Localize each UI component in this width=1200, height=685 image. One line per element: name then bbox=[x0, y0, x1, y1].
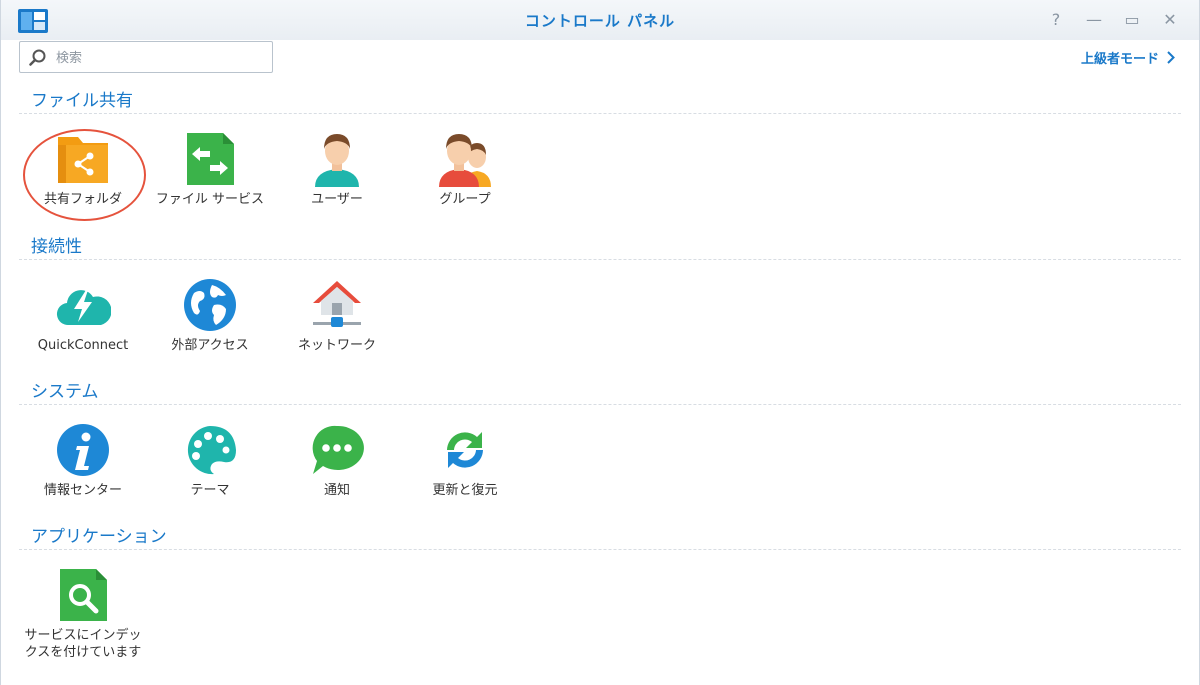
network-icon bbox=[313, 281, 361, 327]
item-shared-folder[interactable]: 共有フォルダ bbox=[19, 131, 147, 208]
indexing-service-icon bbox=[60, 569, 107, 621]
item-file-services[interactable]: ファイル サービス bbox=[146, 131, 274, 208]
minimize-button[interactable]: — bbox=[1084, 10, 1104, 30]
section-title-connectivity: 接続性 bbox=[31, 237, 82, 257]
maximize-button[interactable]: ▭ bbox=[1122, 10, 1142, 30]
item-label: 外部アクセス bbox=[171, 338, 249, 353]
item-external-access[interactable]: 外部アクセス bbox=[146, 277, 274, 354]
item-label: ファイル サービス bbox=[155, 192, 265, 207]
quickconnect-icon bbox=[56, 290, 111, 326]
file-services-icon bbox=[187, 133, 234, 185]
advanced-mode-link[interactable]: 上級者モード bbox=[1081, 48, 1175, 67]
item-label: 情報センター bbox=[43, 483, 122, 498]
item-info-center[interactable]: 情報センター bbox=[19, 422, 147, 499]
item-network[interactable]: ネットワーク bbox=[273, 277, 401, 354]
item-label: QuickConnect bbox=[37, 338, 129, 353]
theme-icon bbox=[187, 426, 236, 475]
update-restore-icon bbox=[447, 432, 483, 468]
section-divider bbox=[19, 549, 1181, 550]
advanced-mode-label: 上級者モード bbox=[1080, 52, 1159, 67]
item-label: サービスにインデックスを付けています bbox=[24, 628, 142, 660]
item-quickconnect[interactable]: QuickConnect bbox=[19, 277, 147, 354]
item-label: テーマ bbox=[190, 483, 230, 498]
section-divider bbox=[19, 113, 1181, 114]
search-icon bbox=[29, 49, 46, 66]
item-group[interactable]: グループ bbox=[401, 131, 529, 208]
item-update-restore[interactable]: 更新と復元 bbox=[401, 422, 529, 499]
section-title-applications: アプリケーション bbox=[31, 527, 167, 547]
help-button[interactable]: ? bbox=[1046, 10, 1066, 30]
shared-folder-icon bbox=[58, 137, 108, 183]
item-label: 共有フォルダ bbox=[43, 192, 122, 207]
item-label: 更新と復元 bbox=[432, 483, 498, 498]
item-notification[interactable]: 通知 bbox=[273, 422, 401, 499]
search-input[interactable] bbox=[54, 46, 268, 70]
item-theme[interactable]: テーマ bbox=[146, 422, 274, 499]
notification-icon bbox=[312, 425, 364, 474]
section-divider bbox=[19, 259, 1181, 260]
control-panel-window: コントロール パネル ? — ▭ ✕ 上級者モード ファイル共有 共 bbox=[0, 0, 1200, 685]
item-user[interactable]: ユーザー bbox=[273, 131, 401, 208]
item-label: グループ bbox=[439, 192, 491, 207]
search-box[interactable] bbox=[19, 41, 273, 73]
window-title: コントロール パネル bbox=[524, 12, 676, 30]
section-divider bbox=[19, 404, 1181, 405]
item-indexing-service[interactable]: サービスにインデックスを付けています bbox=[19, 567, 147, 661]
info-center-icon bbox=[57, 424, 109, 476]
external-access-icon bbox=[184, 279, 236, 331]
section-title-file-sharing: ファイル共有 bbox=[31, 91, 133, 111]
title-bar[interactable]: コントロール パネル ? — ▭ ✕ bbox=[1, 0, 1199, 40]
chevron-right-icon bbox=[1167, 51, 1175, 64]
item-label: 通知 bbox=[323, 483, 350, 498]
group-icon bbox=[439, 134, 491, 187]
section-title-system: システム bbox=[31, 382, 99, 402]
close-button[interactable]: ✕ bbox=[1160, 10, 1180, 30]
item-label: ユーザー bbox=[311, 192, 363, 207]
item-label: ネットワーク bbox=[297, 338, 376, 353]
user-icon bbox=[315, 134, 359, 187]
